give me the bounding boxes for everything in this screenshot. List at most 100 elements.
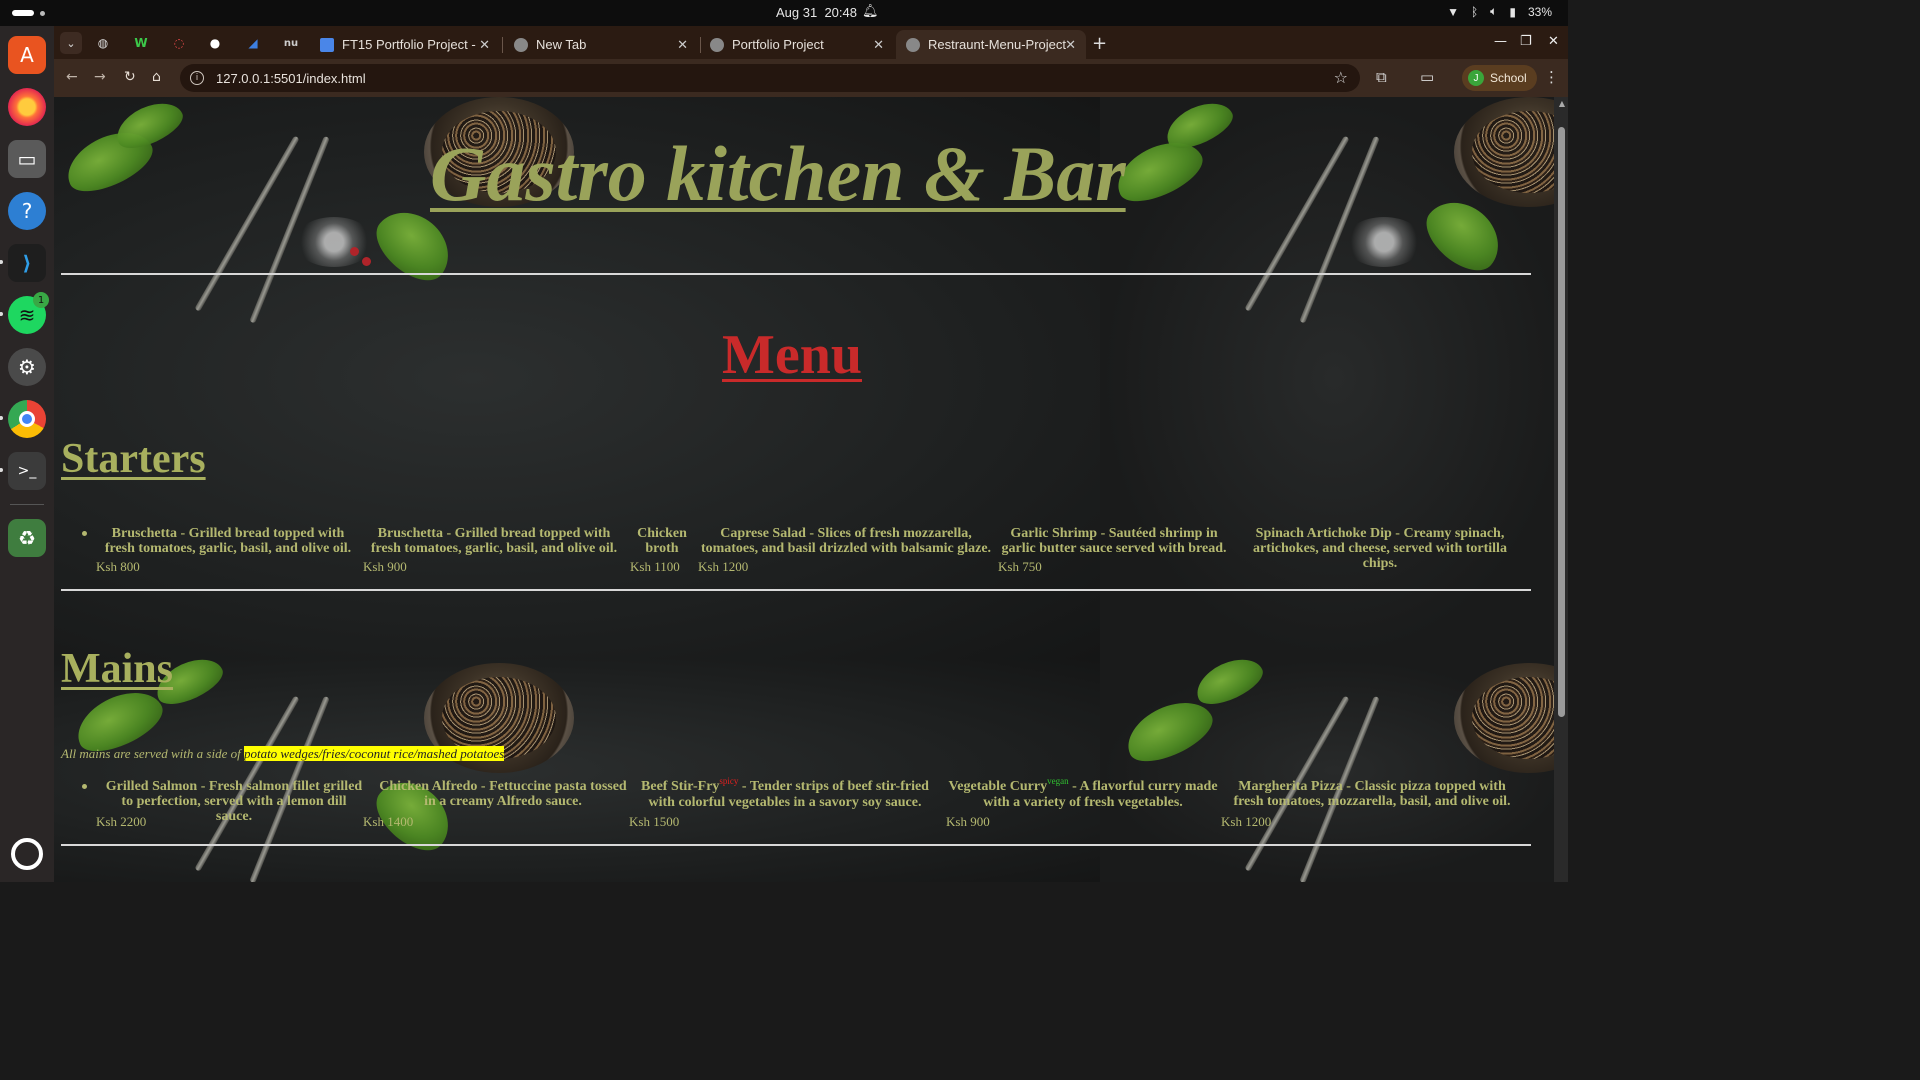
activities-button[interactable]	[12, 10, 34, 16]
home-icon[interactable]: ⌂	[152, 69, 161, 85]
site-info-icon[interactable]: i	[190, 71, 204, 85]
workspace-indicator	[40, 11, 45, 16]
menu-item-text: Chicken broth	[637, 526, 687, 556]
app-center-icon[interactable]: A	[8, 36, 46, 74]
pinned-tab-app-icon[interactable]: ◢	[244, 34, 262, 52]
menu-item-price: Ksh 1200	[698, 559, 749, 574]
back-icon[interactable]: ←	[66, 69, 78, 85]
time-text: 20:48	[824, 5, 857, 20]
battery-percent: 33%	[1527, 4, 1552, 19]
peppercorn-decor	[350, 247, 359, 256]
extensions-icon[interactable]: ⧉	[1376, 68, 1387, 86]
scrollbar-thumb[interactable]	[1558, 127, 1565, 717]
tab-restraunt-menu-project[interactable]: Restraunt-Menu-Project ✕	[896, 30, 1086, 59]
date-text: Aug 31	[776, 5, 818, 20]
close-tab-icon[interactable]: ✕	[873, 37, 884, 53]
tab-ft15-portfolio[interactable]: FT15 Portfolio Project - C ✕	[310, 30, 500, 59]
docs-icon	[320, 37, 334, 52]
firefox-icon[interactable]	[8, 88, 46, 126]
url-text[interactable]: 127.0.0.1:5501/index.html	[216, 71, 366, 86]
system-top-bar: Aug 31 20:48 🔔︎ ▼ ᛒ 🔈︎ ▮ 33%	[0, 0, 1568, 26]
close-tab-icon[interactable]: ✕	[1065, 37, 1076, 53]
peppercorn-decor	[362, 257, 371, 266]
minimize-icon[interactable]: —	[1494, 34, 1507, 49]
menu-item-text: Chicken Alfredo - Fettuccine pasta tosse…	[379, 779, 627, 809]
menu-item: Vegetable Curryvegan - A flavorful curry…	[948, 776, 1218, 810]
menu-item: Bruschetta - Grilled bread topped with f…	[82, 526, 356, 556]
pinned-tab-nu-icon[interactable]: nu	[282, 34, 300, 52]
volume-icon: 🔈︎	[1490, 4, 1498, 18]
tab-label: Restraunt-Menu-Project	[928, 37, 1066, 52]
address-bar[interactable]: i 127.0.0.1:5501/index.html ☆	[180, 64, 1360, 92]
chrome-favicon-icon	[514, 37, 528, 52]
trash-icon[interactable]: ♻	[8, 519, 46, 557]
clock[interactable]: Aug 31 20:48	[776, 5, 857, 20]
avatar: J	[1468, 70, 1484, 86]
pinned-tab-w-icon[interactable]: W	[132, 34, 150, 52]
tab-separator	[502, 37, 503, 53]
menu-item: Bruschetta - Grilled bread topped with f…	[366, 526, 622, 556]
tab-new-tab[interactable]: New Tab ✕	[504, 30, 698, 59]
spotify-badge: 1	[33, 292, 49, 308]
settings-icon[interactable]: ⚙	[8, 348, 46, 386]
menu-item-name: Beef Stir-Fry	[641, 779, 720, 794]
menu-item: Chicken Alfredo - Fettuccine pasta tosse…	[372, 779, 634, 809]
terminal-icon[interactable]: >_	[0, 452, 46, 490]
menu-item-text: Bruschetta - Grilled bread topped with f…	[104, 526, 352, 556]
reload-icon[interactable]: ↻	[124, 69, 136, 85]
bookmark-star-icon[interactable]: ☆	[1334, 68, 1348, 87]
vegan-tag: vegan	[1047, 776, 1069, 786]
close-tab-icon[interactable]: ✕	[479, 37, 490, 53]
globe-favicon-icon	[710, 37, 724, 52]
pinned-tab-globe-icon[interactable]: ◍	[94, 34, 112, 52]
spotify-icon[interactable]: ≋ 1	[0, 292, 49, 334]
tab-portfolio-project[interactable]: Portfolio Project ✕	[700, 30, 894, 59]
spicy-tag: spicy	[719, 776, 739, 786]
globe-favicon-icon	[906, 37, 920, 52]
mains-side-note: All mains are served with a side of pota…	[61, 746, 505, 762]
tab-label: Portfolio Project	[732, 37, 824, 52]
menu-item: Chicken broth	[634, 526, 690, 556]
divider	[61, 589, 1531, 591]
profile-label: School	[1490, 71, 1527, 85]
tab-label: New Tab	[536, 37, 587, 52]
menu-item-text: Bruschetta - Grilled bread topped with f…	[370, 526, 618, 556]
wifi-icon: ▼	[1447, 4, 1459, 19]
menu-heading: Menu	[722, 324, 862, 386]
close-window-icon[interactable]: ✕	[1548, 34, 1559, 49]
tab-label: FT15 Portfolio Project - C	[342, 37, 478, 52]
menu-item-price: Ksh 2200	[96, 814, 147, 829]
menu-item-text: Margherita Pizza - Classic pizza topped …	[1233, 779, 1511, 809]
menu-item-name: Vegetable Curry	[948, 779, 1048, 794]
menu-item-text: Caprese Salad - Slices of fresh mozzarel…	[700, 526, 992, 556]
forward-icon[interactable]: →	[94, 69, 106, 85]
divider	[61, 273, 1531, 275]
menu-item-price: Ksh 900	[946, 814, 990, 829]
menu-item-price: Ksh 1200	[1221, 814, 1272, 829]
show-apps-icon[interactable]	[11, 838, 43, 870]
browser-tab-strip: ⌄ ◍ W ◌ ● ◢ nu FT15 Portfolio Project - …	[54, 26, 1568, 59]
tab-search-icon[interactable]: ⌄	[60, 32, 82, 54]
files-icon[interactable]: ▭	[8, 140, 46, 178]
page-scrollbar[interactable]: ▲	[1554, 97, 1568, 882]
menu-kebab-icon[interactable]: ⋮	[1544, 68, 1559, 86]
system-tray[interactable]: ▼ ᛒ 🔈︎ ▮ 33%	[1447, 4, 1552, 19]
menu-item-price: Ksh 1400	[363, 814, 414, 829]
dock: A ▭ ? ⟩ ≋ 1 ⚙ >_ ♻	[0, 26, 54, 882]
profile-button[interactable]: J School	[1462, 65, 1537, 91]
divider	[61, 844, 1531, 846]
vscode-icon[interactable]: ⟩	[0, 244, 46, 282]
pinned-tab-circle-icon[interactable]: ◌	[170, 34, 188, 52]
menu-item: Garlic Shrimp - Sautéed shrimp in garlic…	[998, 526, 1230, 556]
scroll-up-icon[interactable]: ▲	[1559, 99, 1565, 108]
pinned-tab-github-icon[interactable]: ●	[206, 34, 224, 52]
cast-icon[interactable]: ▭	[1420, 68, 1434, 86]
help-icon[interactable]: ?	[8, 192, 46, 230]
close-tab-icon[interactable]: ✕	[677, 37, 688, 53]
page-title: Gastro kitchen & Bar	[430, 130, 1126, 217]
menu-item: Beef Stir-Fryspicy - Tender strips of be…	[630, 776, 940, 810]
menu-item-price: Ksh 800	[96, 559, 140, 574]
new-tab-icon[interactable]: +	[1092, 33, 1107, 54]
restore-icon[interactable]: ❐	[1520, 34, 1532, 49]
chrome-icon[interactable]	[0, 400, 46, 438]
